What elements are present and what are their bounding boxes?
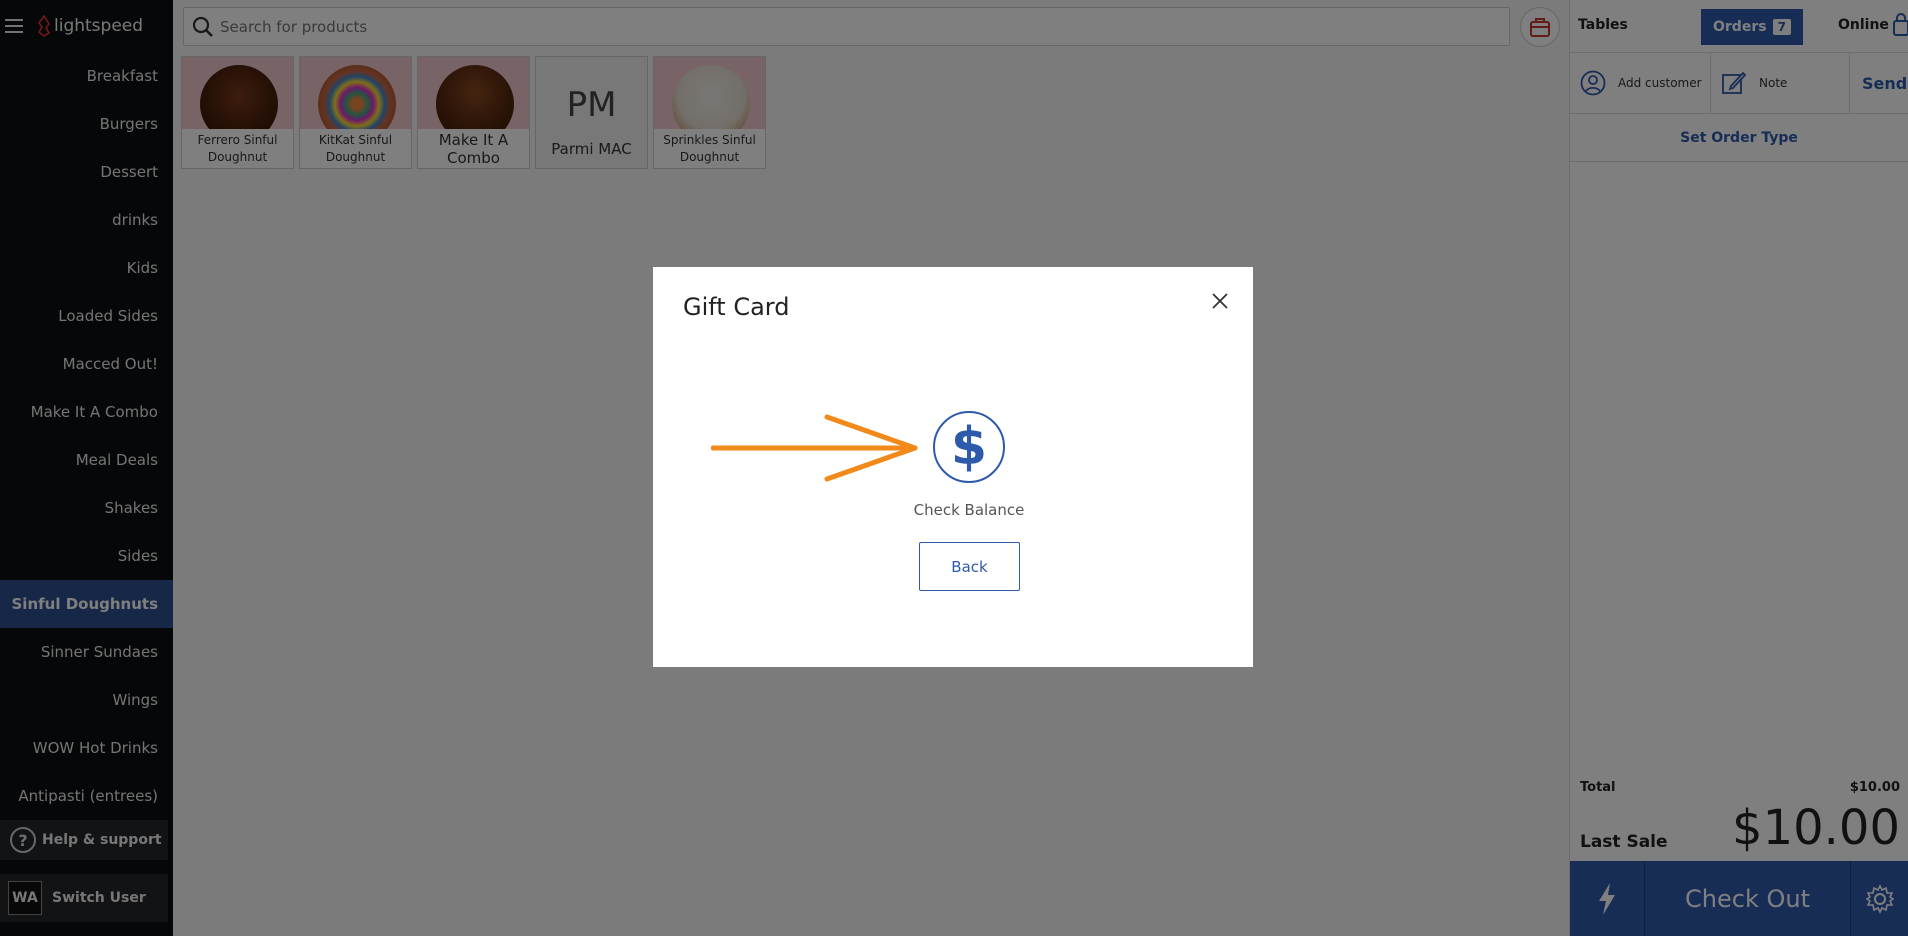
dialog-title: Gift Card (683, 293, 790, 321)
arrow-annotation-icon (711, 414, 918, 482)
check-balance-label: Check Balance (913, 501, 1025, 519)
gift-card-dialog: Gift Card $ Check Balance Back (653, 267, 1253, 667)
close-icon[interactable] (1208, 289, 1232, 313)
back-button[interactable]: Back (919, 542, 1020, 591)
modal-overlay[interactable]: Gift Card $ Check Balance Back (0, 0, 1908, 936)
check-balance-button[interactable]: $ (933, 411, 1005, 483)
